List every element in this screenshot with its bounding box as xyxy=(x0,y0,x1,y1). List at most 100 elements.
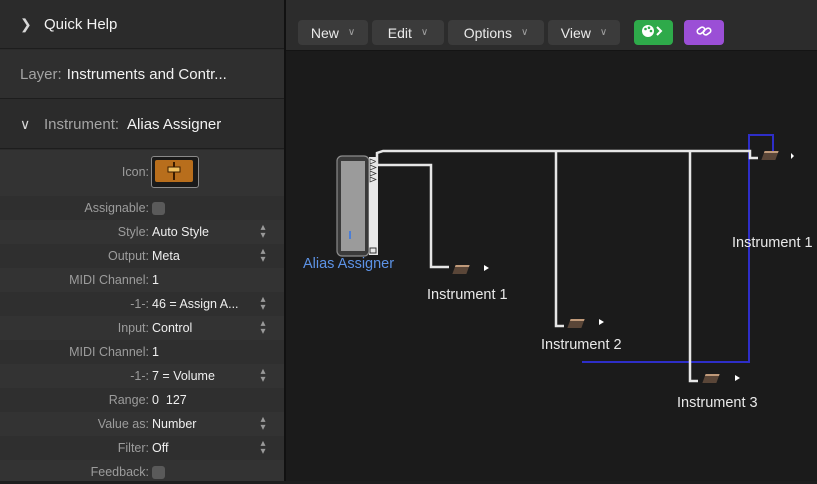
fader-icon xyxy=(155,160,193,182)
chevron-down-icon: ∨ xyxy=(599,27,608,38)
instrument-parameters: Icon: Assignable: Style: Auto Style ▴ ▾ … xyxy=(0,150,284,481)
alias-assigner-indicator xyxy=(349,231,351,239)
keyboard-icon xyxy=(452,265,470,274)
cc-in-value[interactable]: 7 = Volume xyxy=(152,369,215,383)
param-label: Feedback: xyxy=(90,465,149,479)
stepper-icon[interactable]: ▴ ▾ xyxy=(258,295,268,313)
keyboard-icon xyxy=(567,319,585,328)
param-row-input[interactable]: Input: Control ▴ ▾ xyxy=(0,316,284,340)
instrument-label: Instrument: xyxy=(44,115,120,133)
chevron-down-icon: ∨ xyxy=(20,115,31,132)
link-icon xyxy=(695,24,713,41)
chevron-down-icon: ∨ xyxy=(420,27,429,38)
range-value[interactable]: 0 127 xyxy=(152,393,187,407)
layer-header[interactable]: Layer: Instruments and Contr... xyxy=(0,50,284,99)
instrument-value: Alias Assigner xyxy=(127,115,222,133)
inspector-panel: ❯ Quick Help Layer: Instruments and Cont… xyxy=(0,0,286,481)
edit-menu-button[interactable]: Edit ∨ xyxy=(372,20,444,45)
param-label: -1-: xyxy=(130,297,149,311)
param-row-assignable: Assignable: xyxy=(0,196,284,220)
instrument-4-icon[interactable] xyxy=(761,149,779,160)
cable-to-instrument-3[interactable] xyxy=(688,151,698,383)
cable-to-instrument-2[interactable] xyxy=(554,151,564,328)
instrument-3-outlet[interactable] xyxy=(735,375,740,381)
stepper-icon[interactable]: ▴ ▾ xyxy=(258,415,268,433)
value-as-value[interactable]: Number xyxy=(152,417,196,431)
chevron-right-icon: ❯ xyxy=(20,15,32,32)
options-label: Options xyxy=(463,24,512,41)
stepper-icon[interactable]: ▴ ▾ xyxy=(258,223,268,241)
param-label: Range: xyxy=(108,393,149,407)
palette-icon xyxy=(641,24,667,41)
stepper-icon[interactable]: ▴ ▾ xyxy=(258,319,268,337)
feedback-checkbox[interactable] xyxy=(152,465,165,479)
alias-assigner-label[interactable]: Alias Assigner xyxy=(303,256,394,272)
stepper-icon[interactable]: ▴ ▾ xyxy=(258,247,268,265)
edit-label: Edit xyxy=(387,24,412,41)
view-label: View xyxy=(560,24,591,41)
input-value[interactable]: Control xyxy=(152,321,192,335)
chevron-down-icon: ∨ xyxy=(347,27,356,38)
stepper-icon[interactable]: ▴ ▾ xyxy=(258,367,268,385)
param-label: Assignable: xyxy=(84,201,149,215)
param-row-feedback: Feedback: xyxy=(0,460,284,484)
param-label: MIDI Channel: xyxy=(69,273,149,287)
cable-to-instrument-4[interactable] xyxy=(375,149,758,165)
midi-channel-in-value[interactable]: 1 xyxy=(152,345,159,359)
instrument-3-label[interactable]: Instrument 3 xyxy=(677,395,758,411)
param-row-output[interactable]: Output: Meta ▴ ▾ xyxy=(0,244,284,268)
palette-button[interactable] xyxy=(634,20,673,45)
new-label: New xyxy=(310,24,339,41)
assignable-checkbox[interactable] xyxy=(152,201,165,215)
environment-toolbar: New ∨ Edit ∨ Options ∨ View ∨ xyxy=(286,0,817,51)
instrument-4-label[interactable]: Instrument 1 xyxy=(732,235,813,251)
instrument-1-icon[interactable] xyxy=(452,263,470,274)
instrument-4-outlet[interactable] xyxy=(791,153,794,159)
quick-help-header[interactable]: ❯ Quick Help xyxy=(0,0,284,49)
param-row-range[interactable]: Range: 0 127 xyxy=(0,388,284,412)
param-label: -1-: xyxy=(130,369,149,383)
view-menu-button[interactable]: View ∨ xyxy=(548,20,620,45)
new-menu-button[interactable]: New ∨ xyxy=(298,20,368,45)
output-value[interactable]: Meta xyxy=(152,249,180,263)
cc-out-value[interactable]: 46 = Assign A... xyxy=(152,297,239,311)
instrument-2-label[interactable]: Instrument 2 xyxy=(541,337,622,353)
stepper-icon[interactable]: ▴ ▾ xyxy=(258,439,268,457)
param-row-midi-channel-in[interactable]: MIDI Channel: 1 xyxy=(0,340,284,364)
instrument-header[interactable]: ∨ Instrument: Alias Assigner xyxy=(0,100,284,149)
environment-canvas[interactable]: Instrument 1 Instrument 2 Instrument 3 I… xyxy=(286,51,817,481)
layer-label: Layer: xyxy=(20,65,62,83)
param-row-cc-out[interactable]: -1-: 46 = Assign A... ▴ ▾ xyxy=(0,292,284,316)
logic-environment-window: ❯ Quick Help Layer: Instruments and Cont… xyxy=(0,0,817,481)
param-label: Icon: xyxy=(121,165,149,179)
cable-to-instrument-1[interactable] xyxy=(377,163,449,269)
style-value[interactable]: Auto Style xyxy=(152,225,209,239)
midi-channel-out-value[interactable]: 1 xyxy=(152,273,159,287)
param-label: MIDI Channel: xyxy=(69,345,149,359)
keyboard-icon xyxy=(761,151,779,160)
param-row-style[interactable]: Style: Auto Style ▴ ▾ xyxy=(0,220,284,244)
param-row-midi-channel-out[interactable]: MIDI Channel: 1 xyxy=(0,268,284,292)
instrument-3-icon[interactable] xyxy=(702,372,720,383)
instrument-2-outlet[interactable] xyxy=(599,319,604,325)
param-row-filter[interactable]: Filter: Off ▴ ▾ xyxy=(0,436,284,460)
param-row-value-as[interactable]: Value as: Number ▴ ▾ xyxy=(0,412,284,436)
param-label: Output: xyxy=(108,249,149,263)
keyboard-icon xyxy=(702,374,720,383)
filter-value[interactable]: Off xyxy=(152,441,168,455)
instrument-1-outlet[interactable] xyxy=(484,265,489,271)
quick-help-label: Quick Help xyxy=(44,15,118,33)
options-menu-button[interactable]: Options ∨ xyxy=(448,20,544,45)
link-button[interactable] xyxy=(684,20,724,45)
param-label: Filter: xyxy=(117,441,149,455)
alias-assigner-fader[interactable] xyxy=(341,161,365,251)
param-row-icon: Icon: xyxy=(0,150,284,194)
layer-value: Instruments and Contr... xyxy=(66,65,227,83)
param-row-cc-in[interactable]: -1-: 7 = Volume ▴ ▾ xyxy=(0,364,284,388)
instrument-2-icon[interactable] xyxy=(567,317,585,328)
instrument-icon-picker[interactable] xyxy=(151,156,199,188)
param-label: Value as: xyxy=(97,417,149,431)
instrument-1-label[interactable]: Instrument 1 xyxy=(427,287,508,303)
param-label: Style: xyxy=(117,225,149,239)
chevron-down-icon: ∨ xyxy=(520,27,529,38)
